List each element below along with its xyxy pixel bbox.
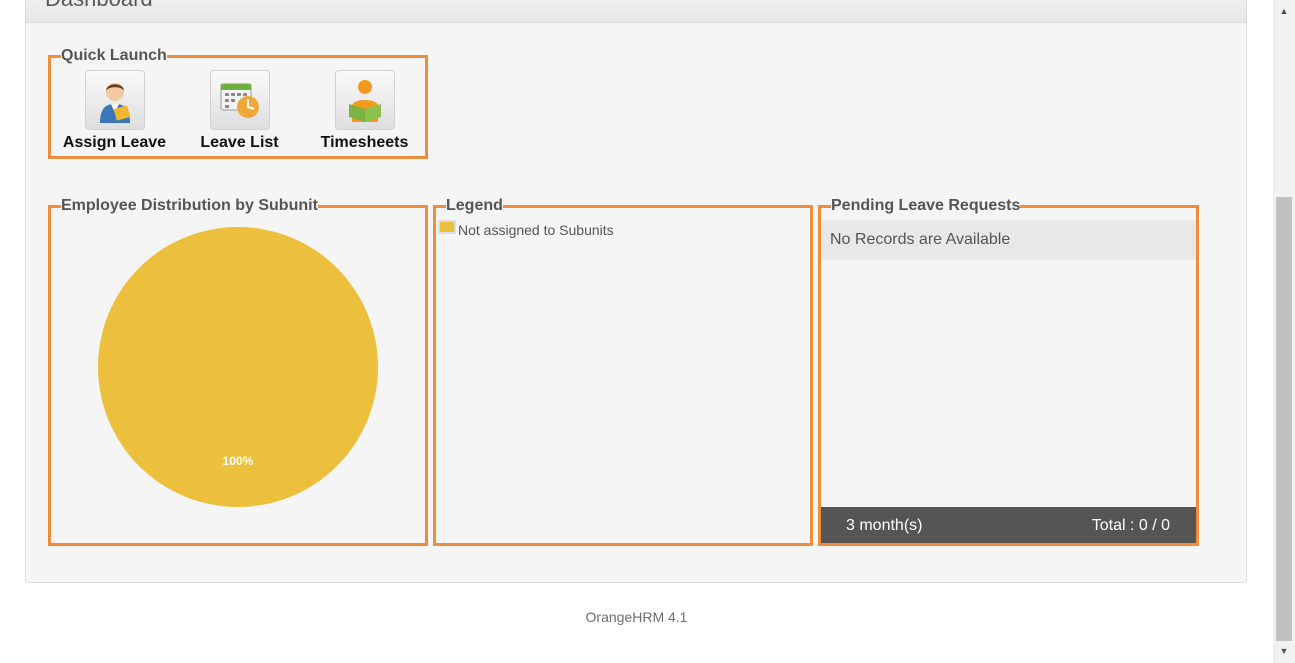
legend-item: Not assigned to Subunits <box>438 220 614 238</box>
pending-leave-title: Pending Leave Requests <box>831 197 1021 214</box>
scrollbar-thumb[interactable] <box>1276 197 1292 641</box>
timesheets-icon[interactable] <box>334 70 395 130</box>
pending-leave-footer: 3 month(s) Total : 0 / 0 <box>821 507 1196 543</box>
legend-title: Legend <box>446 197 503 214</box>
distribution-title: Employee Distribution by Subunit <box>61 197 318 214</box>
page-title: Dashboard <box>45 0 153 12</box>
no-records-message: No Records are Available <box>821 220 1196 260</box>
pending-leave-requests-box: Pending Leave Requests No Records are Av… <box>818 198 1199 546</box>
pie-slice-label: 100% <box>223 454 254 468</box>
distribution-pie-chart: 100% <box>98 227 378 507</box>
vertical-scrollbar[interactable]: ▲ ▼ <box>1273 0 1295 663</box>
employee-distribution-box: Employee Distribution by Subunit 100% <box>48 198 428 546</box>
quick-launch-title: Quick Launch <box>61 47 167 64</box>
timesheets-label[interactable]: Timesheets <box>302 134 427 152</box>
scroll-up-arrow-icon[interactable]: ▲ <box>1273 3 1295 20</box>
scroll-down-arrow-icon[interactable]: ▼ <box>1273 643 1295 660</box>
quick-launch-timesheets[interactable]: Timesheets <box>302 70 427 152</box>
leave-list-label[interactable]: Leave List <box>177 134 302 152</box>
assign-leave-label[interactable]: Assign Leave <box>52 134 177 152</box>
footer-version: OrangeHRM 4.1 <box>585 609 688 625</box>
pending-total: Total : 0 / 0 <box>1091 517 1170 534</box>
pending-period: 3 month(s) <box>846 517 923 534</box>
panel-header: Dashboard <box>26 0 1246 23</box>
assign-leave-icon[interactable] <box>84 70 145 130</box>
legend-box: Legend Not assigned to Subunits <box>433 198 813 546</box>
quick-launch-leave-list[interactable]: Leave List <box>177 70 302 152</box>
legend-item-label: Not assigned to Subunits <box>458 222 614 238</box>
quick-launch-box: Quick Launch Assign Leave Leave List Tim… <box>48 48 428 159</box>
dashboard-panel: Dashboard Quick Launch Assign Leave <box>25 0 1247 583</box>
leave-list-icon[interactable] <box>209 70 270 130</box>
quick-launch-assign-leave[interactable]: Assign Leave <box>52 70 177 152</box>
legend-swatch <box>438 220 456 234</box>
